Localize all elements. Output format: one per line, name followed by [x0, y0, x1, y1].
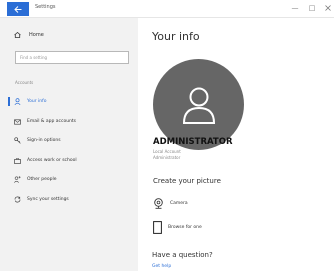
get-help-link[interactable]: Get help [152, 264, 171, 269]
back-button[interactable] [7, 2, 29, 16]
people-icon [14, 176, 21, 183]
sidebar-item-label: Email & app accounts [27, 119, 77, 124]
window-title: Settings [35, 4, 56, 10]
browse-label: Browse for one [168, 225, 202, 230]
camera-option[interactable]: Camera [153, 198, 188, 209]
sidebar-item-your-info[interactable]: Your info [14, 97, 46, 106]
search-input[interactable]: Find a setting [15, 51, 129, 64]
user-silhouette-icon [182, 87, 215, 124]
sidebar-item-email-app-accounts[interactable]: Email & app accounts [14, 117, 76, 126]
close-icon [325, 5, 331, 11]
key-icon [14, 137, 21, 144]
sidebar-item-sync-settings[interactable]: Sync your settings [14, 195, 69, 204]
sidebar-item-home[interactable]: Home [14, 32, 44, 38]
mail-icon [14, 118, 21, 125]
help-heading: Have a question? [152, 251, 213, 259]
page-title: Your info [152, 30, 200, 43]
sidebar-item-label: Your info [27, 99, 47, 104]
account-type: Local Account [153, 149, 181, 154]
browse-icon [153, 221, 162, 234]
sidebar-item-label: Other people [27, 177, 57, 182]
sidebar: Home Find a setting Accounts Your info E… [0, 18, 138, 271]
create-picture-heading: Create your picture [153, 177, 221, 185]
close-button[interactable] [322, 3, 334, 14]
sidebar-item-label: Sync your settings [27, 197, 69, 202]
sidebar-item-other-people[interactable]: Other people [14, 175, 56, 184]
browse-option[interactable]: Browse for one [153, 221, 202, 234]
camera-label: Camera [170, 201, 188, 206]
sidebar-section-label: Accounts [15, 80, 34, 85]
camera-icon [154, 198, 163, 209]
minimize-button[interactable]: — [289, 3, 301, 13]
person-icon [14, 98, 21, 105]
home-icon [14, 32, 21, 38]
active-indicator [8, 97, 10, 106]
sidebar-item-access-work-school[interactable]: Access work or school [14, 156, 77, 165]
maximize-button[interactable]: □ [306, 3, 318, 13]
sidebar-item-label: Access work or school [27, 158, 77, 163]
title-bar: Settings — □ [0, 0, 334, 18]
search-placeholder: Find a setting [20, 55, 48, 60]
account-role: Administrator [153, 155, 181, 160]
briefcase-icon [14, 157, 21, 164]
sidebar-item-label: Sign-in options [27, 138, 61, 143]
back-arrow-icon [14, 5, 22, 13]
home-label: Home [29, 32, 44, 38]
main-content: Your info ADMINISTRATOR Local Account Ad… [138, 18, 334, 271]
username: ADMINISTRATOR [153, 137, 233, 147]
sidebar-item-sign-in-options[interactable]: Sign-in options [14, 136, 61, 145]
sync-icon [14, 196, 21, 203]
